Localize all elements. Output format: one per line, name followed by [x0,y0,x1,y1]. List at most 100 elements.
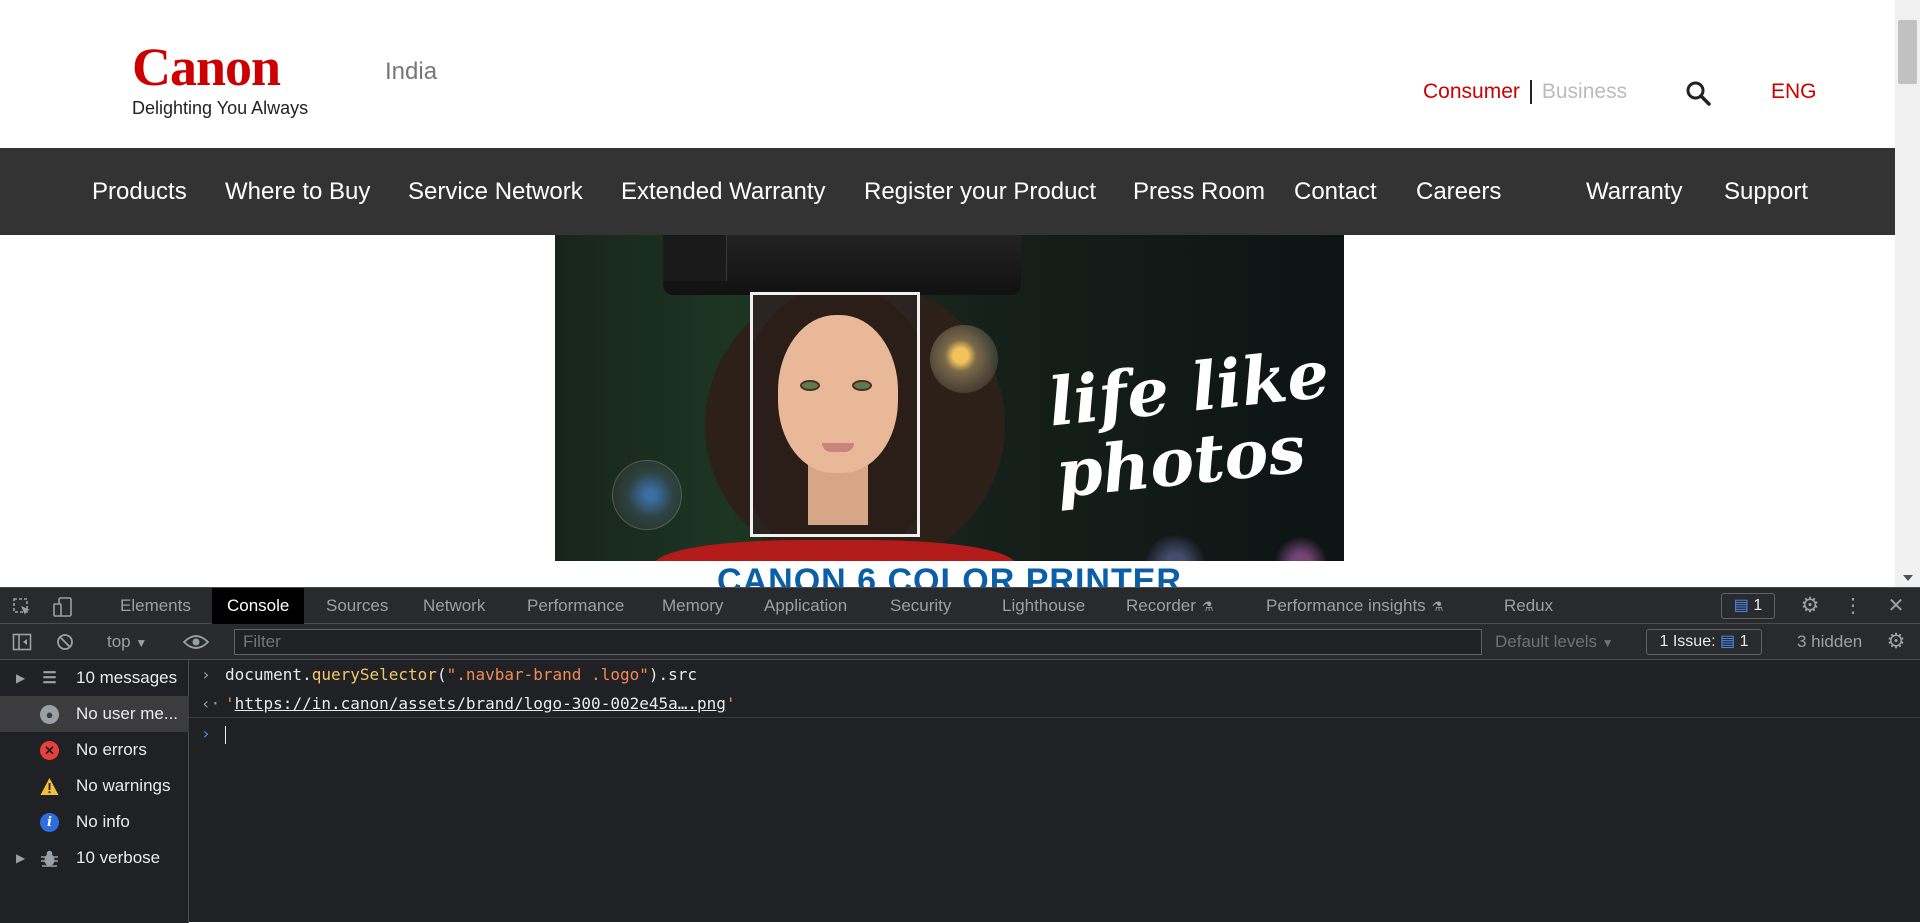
nav-item-contact[interactable]: Contact [1294,148,1377,235]
info-icon: i [40,813,59,832]
bubble [930,325,998,393]
issues-button[interactable]: 1 Issue: ▤ 1 [1646,629,1762,655]
show-sidebar-icon[interactable] [12,633,32,651]
nav-item-service-network[interactable]: Service Network [408,148,583,235]
devtools-panel: Elements Console Sources Network Perform… [0,587,1920,923]
issues-label: 1 Issue: [1659,633,1716,650]
sidebar-item-verbose[interactable]: ▶ 10 verbose [0,840,189,876]
error-icon: ✕ [40,741,59,760]
business-link[interactable]: Business [1542,80,1627,104]
messages-count: 1 [1753,597,1763,614]
page-scrollbar[interactable] [1895,0,1920,587]
main-nav: Products Where to Buy Service Network Ex… [0,148,1895,235]
banner-headline: life like photos [1045,335,1340,514]
console-prompt-input[interactable] [225,719,226,748]
nav-item-warranty[interactable]: Warranty [1586,148,1682,235]
sidebar-item-label: 10 messages [76,668,178,687]
expand-arrow-icon[interactable]: ▶ [16,660,25,696]
console-output[interactable]: › document.querySelector(".navbar-brand … [189,660,1920,923]
tab-sources[interactable]: Sources [326,588,388,624]
tab-performance[interactable]: Performance [527,588,624,624]
consumer-link[interactable]: Consumer [1423,80,1520,104]
sidebar-item-user-messages[interactable]: ● No user me... [0,696,189,732]
console-result: 'https://in.canon/assets/brand/logo-300-… [225,689,736,718]
nav-item-careers[interactable]: Careers [1416,148,1501,235]
result-url-link[interactable]: https://in.canon/assets/brand/logo-300-0… [235,694,726,713]
scroll-down-arrow-icon[interactable] [1903,575,1913,581]
sidebar-item-warnings[interactable]: No warnings [0,768,189,804]
nav-item-register-product[interactable]: Register your Product [864,148,1096,235]
nav-item-where-to-buy[interactable]: Where to Buy [225,148,370,235]
nav-item-press-room[interactable]: Press Room [1133,148,1265,235]
sidebar-item-errors[interactable]: ✕ No errors [0,732,189,768]
nav-item-products[interactable]: Products [92,148,187,235]
tab-recorder-label: Recorder [1126,596,1196,615]
device-toolbar-icon[interactable] [52,596,74,618]
command-argument: ".navbar-brand .logo" [446,665,649,684]
bubble [1275,537,1327,561]
quote-open: ' [225,694,235,713]
sidebar-item-info[interactable]: i No info [0,804,189,840]
printer-image [663,235,1021,295]
live-expression-eye-icon[interactable] [183,634,209,650]
tab-recorder[interactable]: Recorder ⚗ [1126,588,1214,624]
prompt-chevron-icon: › [201,724,211,743]
tab-redux[interactable]: Redux [1504,588,1553,624]
command-method: querySelector [311,665,437,684]
experimental-flask-icon: ⚗ [1431,599,1444,614]
nav-item-extended-warranty[interactable]: Extended Warranty [621,148,826,235]
expand-arrow-icon[interactable]: ▶ [16,840,25,876]
canon-logo[interactable]: Canon Delighting You Always [132,40,324,119]
issue-message-icon: ▤ [1720,633,1736,650]
console-sidebar: ▶ ☰ 10 messages ● No user me... ✕ No err… [0,660,189,923]
close-devtools-icon[interactable]: ✕ [1883,588,1909,624]
tab-application[interactable]: Application [764,588,847,624]
messages-badge[interactable]: ▤ 1 [1721,593,1775,619]
sidebar-item-label: No user me... [76,704,179,723]
context-selector[interactable]: top ▼ [107,624,147,660]
tab-elements[interactable]: Elements [120,588,191,624]
context-selector-value: top [107,632,131,651]
hero-banner[interactable]: life like photos [555,235,1344,561]
tab-performance-insights-label: Performance insights [1266,596,1426,615]
command-property: .src [658,665,698,684]
warning-icon [40,778,59,795]
tab-lighthouse[interactable]: Lighthouse [1002,588,1085,624]
tab-security[interactable]: Security [890,588,951,624]
tab-network[interactable]: Network [423,588,485,624]
clear-console-icon[interactable] [56,633,74,651]
console-prompt-line[interactable]: › [189,719,1920,748]
console-settings-gear-icon[interactable]: ⚙ [1882,624,1910,660]
devtools-tabbar: Elements Console Sources Network Perform… [0,588,1920,624]
language-selector[interactable]: ENG [1771,80,1817,104]
result-arrow-icon: ‹· [201,694,221,713]
filter-input[interactable] [234,629,1482,655]
sidebar-item-messages[interactable]: ▶ ☰ 10 messages [0,660,189,696]
tab-performance-insights[interactable]: Performance insights ⚗ [1266,588,1443,624]
input-chevron-icon: › [201,665,211,684]
search-icon[interactable] [1685,80,1711,106]
console-toolbar: top ▼ Default levels ▼ 1 Issue: ▤ 1 3 hi… [0,624,1920,660]
more-options-icon[interactable]: ⋮ [1842,588,1864,624]
tab-console[interactable]: Console [212,588,305,624]
dropdown-arrow-icon: ▼ [1601,636,1614,650]
inspect-element-icon[interactable] [12,597,32,617]
message-icon: ▤ [1733,597,1749,614]
settings-gear-icon[interactable]: ⚙ [1796,588,1824,624]
tab-memory[interactable]: Memory [662,588,723,624]
scrollbar-thumb[interactable] [1898,20,1917,84]
sidebar-item-label: No errors [76,740,147,759]
experimental-flask-icon: ⚗ [1201,599,1214,614]
sidebar-item-label: No warnings [76,776,171,795]
console-command[interactable]: document.querySelector(".navbar-brand .l… [225,660,697,689]
logo-brand: Canon [132,37,281,97]
bug-icon [41,850,58,867]
quote-close: ' [725,694,736,713]
text-caret [225,725,226,744]
log-levels-dropdown[interactable]: Default levels ▼ [1495,624,1614,660]
segment-switcher: Consumer Business [1423,80,1627,104]
hidden-count: 3 hidden [1797,632,1863,651]
nav-item-support[interactable]: Support [1724,148,1808,235]
console-input-line: › document.querySelector(".navbar-brand … [189,660,1920,689]
section-title: CANON 6 COLOR PRINTER [717,562,1182,587]
